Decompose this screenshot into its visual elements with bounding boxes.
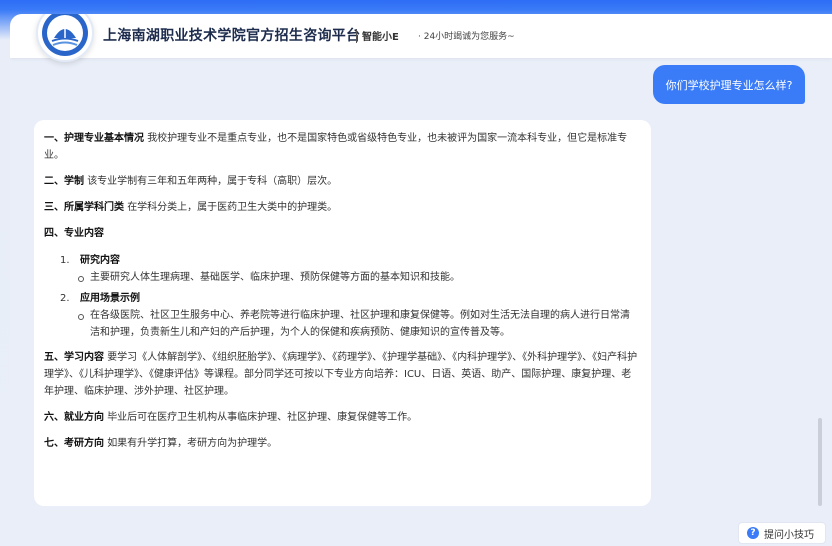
school-emblem-icon	[36, 14, 94, 62]
question-tips-label: 提问小技巧	[764, 529, 814, 541]
section-body: 如果有升学打算，考研方向为护理学。	[107, 438, 278, 449]
list-item: 2. 应用场景示例	[60, 290, 639, 307]
list-item-title: 应用场景示例	[80, 293, 140, 304]
section-heading: 五、学习内容	[44, 352, 104, 363]
answer-section-6: 六、就业方向 毕业后可在医疗卫生机构从事临床护理、社区护理、康复保健等工作。	[44, 409, 639, 426]
list-item: 1. 研究内容	[60, 252, 639, 269]
sub-list: 1. 研究内容 主要研究人体生理病理、基础医学、临床护理、预防保健等方面的基本知…	[60, 252, 639, 341]
assistant-message-bubble: 一、护理专业基本情况 我校护理专业不是重点专业，也不是国家特色或省级特色专业，也…	[34, 120, 651, 506]
answer-section-5: 五、学习内容 要学习《人体解剖学》、《组织胚胎学》、《病理学》、《药理学》、《护…	[44, 349, 639, 400]
assistant-name: 智能小E	[362, 32, 399, 43]
section-heading: 四、专业内容	[44, 228, 104, 239]
chat-app: 上海南湖职业技术学院官方招生咨询平台 智能小E · 24小时竭诚为您服务~ 你们…	[10, 14, 832, 546]
answer-section-1: 一、护理专业基本情况 我校护理专业不是重点专业，也不是国家特色或省级特色专业，也…	[44, 130, 639, 164]
section-heading: 三、所属学科门类	[44, 202, 124, 213]
section-body: 该专业学制有三年和五年两种，属于专科（高职）层次。	[87, 176, 338, 187]
header-bar: 上海南湖职业技术学院官方招生咨询平台 智能小E · 24小时竭诚为您服务~	[10, 14, 832, 62]
answer-section-3: 三、所属学科门类 在学科分类上，属于医药卫生大类中的护理类。	[44, 199, 639, 216]
section-body: 在学科分类上，属于医药卫生大类中的护理类。	[127, 202, 338, 213]
section-heading: 七、考研方向	[44, 438, 104, 449]
question-tips-button[interactable]: ? 提问小技巧	[738, 522, 826, 544]
list-item-bullet: 主要研究人体生理病理、基础医学、临床护理、预防保健等方面的基本知识和技能。	[62, 269, 639, 286]
user-message-text: 你们学校护理专业怎么样?	[665, 78, 793, 92]
answer-section-4: 四、专业内容 1. 研究内容 主要研究人体生理病理、基础医学、临床护理、预防保健…	[44, 225, 639, 341]
section-body: 要学习《人体解剖学》、《组织胚胎学》、《病理学》、《药理学》、《护理学基础》、《…	[44, 352, 638, 397]
assistant-slogan: · 24小时竭诚为您服务~	[418, 32, 515, 42]
school-emblem-graphic	[42, 14, 88, 56]
section-heading: 一、护理专业基本情况	[44, 133, 144, 144]
list-item-number: 2.	[60, 293, 70, 304]
section-heading: 二、学制	[44, 176, 84, 187]
section-heading: 六、就业方向	[44, 412, 104, 423]
page-title: 上海南湖职业技术学院官方招生咨询平台	[103, 28, 361, 44]
answer-section-2: 二、学制 该专业学制有三年和五年两种，属于专科（高职）层次。	[44, 173, 639, 190]
list-item-number: 1.	[60, 255, 70, 266]
list-item-bullet: 在各级医院、社区卫生服务中心、养老院等进行临床护理、社区护理和康复保健等。例如对…	[62, 307, 639, 341]
title-divider	[356, 29, 357, 43]
user-message-bubble: 你们学校护理专业怎么样?	[653, 65, 805, 104]
section-body: 毕业后可在医疗卫生机构从事临床护理、社区护理、康复保健等工作。	[107, 412, 418, 423]
question-icon: ?	[747, 527, 759, 539]
answer-section-7: 七、考研方向 如果有升学打算，考研方向为护理学。	[44, 435, 639, 452]
list-item-title: 研究内容	[80, 255, 120, 266]
chat-scrollbar[interactable]	[818, 418, 822, 506]
